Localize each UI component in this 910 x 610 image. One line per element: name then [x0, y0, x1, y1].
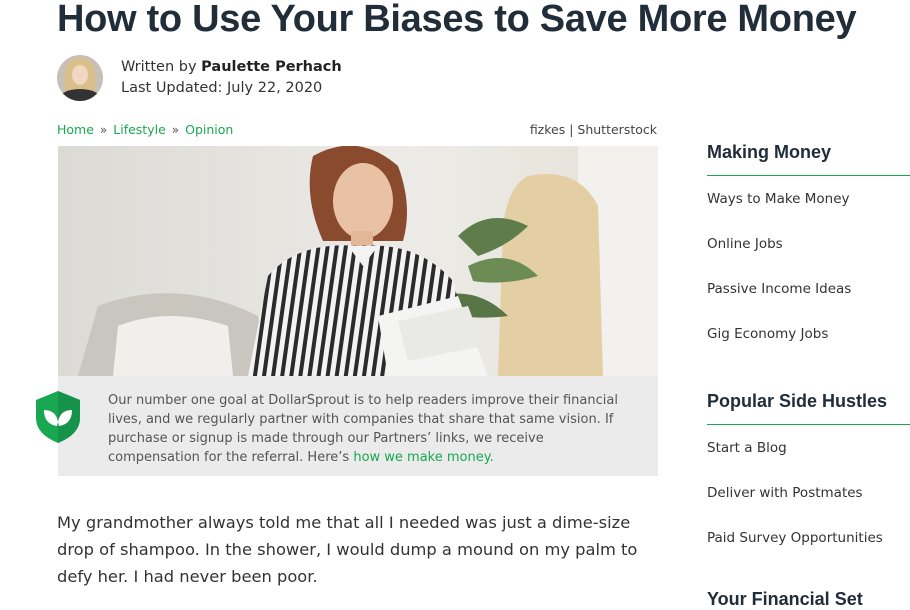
article-title: How to Use Your Biases to Save More Mone…	[57, 0, 857, 40]
author-name[interactable]: Paulette Perhach	[201, 59, 342, 75]
last-updated-label: Last Updated:	[121, 80, 223, 96]
sidebar-link-online-jobs[interactable]: Online Jobs	[707, 222, 910, 267]
last-updated-line: Last Updated: July 22, 2020	[121, 78, 342, 99]
sidebar-heading-side-hustles: Popular Side Hustles	[707, 389, 910, 425]
author-avatar	[57, 55, 103, 101]
hero-image	[58, 146, 658, 376]
last-updated-date: July 22, 2020	[227, 80, 323, 96]
breadcrumb-home[interactable]: Home	[57, 122, 94, 137]
sidebar: Making Money Ways to Make Money Online J…	[707, 140, 910, 609]
chevron-double-right-icon: »	[171, 122, 180, 137]
sidebar-link-deliver-with-postmates[interactable]: Deliver with Postmates	[707, 471, 910, 516]
written-by-prefix: Written by	[121, 59, 197, 75]
sidebar-section-making-money: Making Money Ways to Make Money Online J…	[707, 140, 910, 357]
affiliate-disclosure: Our number one goal at DollarSprout is t…	[58, 376, 658, 476]
sidebar-heading-making-money: Making Money	[707, 140, 910, 176]
sidebar-link-gig-economy-jobs[interactable]: Gig Economy Jobs	[707, 312, 910, 357]
sidebar-link-ways-to-make-money[interactable]: Ways to Make Money	[707, 177, 910, 222]
sidebar-link-start-a-blog[interactable]: Start a Blog	[707, 426, 910, 471]
how-we-make-money-link[interactable]: how we make money.	[353, 450, 493, 465]
disclosure-text: Our number one goal at DollarSprout is t…	[108, 393, 618, 465]
sidebar-link-paid-survey-opportunities[interactable]: Paid Survey Opportunities	[707, 516, 910, 561]
article-paragraph: My grandmother always told me that all I…	[57, 513, 638, 586]
leaf-shield-icon	[34, 390, 82, 444]
breadcrumb-lifestyle[interactable]: Lifestyle	[113, 122, 166, 137]
author-byline: Written by Paulette Perhach Last Updated…	[57, 55, 342, 101]
breadcrumb: Home » Lifestyle » Opinion	[57, 122, 233, 137]
sidebar-section-side-hustles: Popular Side Hustles Start a Blog Delive…	[707, 389, 910, 561]
written-by-line: Written by Paulette Perhach	[121, 57, 342, 78]
breadcrumb-opinion[interactable]: Opinion	[185, 122, 233, 137]
sidebar-link-passive-income-ideas[interactable]: Passive Income Ideas	[707, 267, 910, 312]
chevron-double-right-icon: »	[99, 122, 108, 137]
image-credit: fizkes | Shutterstock	[529, 122, 657, 137]
